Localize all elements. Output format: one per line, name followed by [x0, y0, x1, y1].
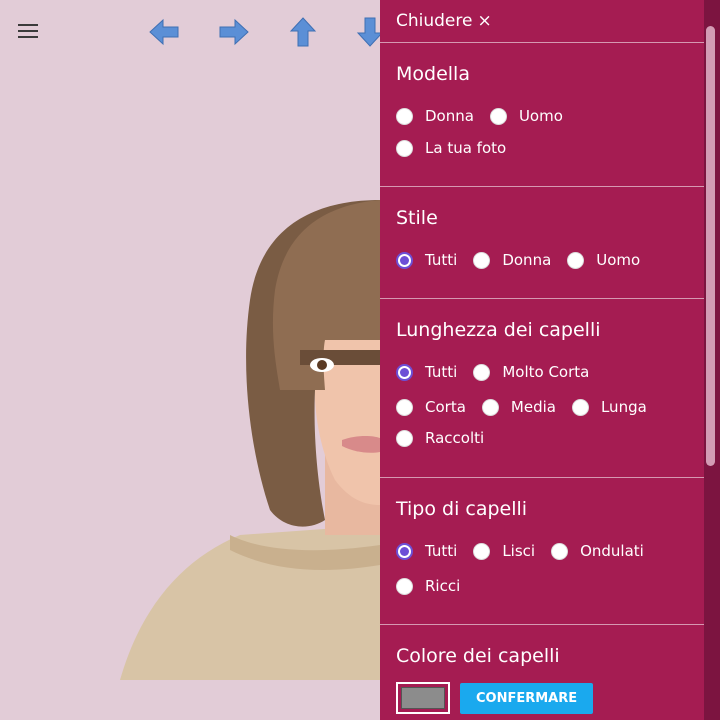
section-model: Modella Donna Uomo La tua foto [380, 43, 704, 187]
radio-model-uomo[interactable]: Uomo [489, 107, 563, 125]
option-label: Molto Corta [502, 363, 590, 381]
radio-button-selected[interactable] [396, 251, 413, 269]
arrow-left-icon[interactable] [148, 16, 180, 48]
radio-length-lunga[interactable]: Lunga [571, 398, 647, 416]
option-label: Donna [425, 107, 474, 125]
radio-length-raccolti[interactable]: Raccolti [396, 429, 484, 447]
option-label: Ondulati [580, 542, 644, 560]
option-label: Media [510, 398, 556, 416]
option-label: Lunga [600, 398, 647, 416]
radio-button-selected[interactable] [396, 542, 413, 560]
hamburger-menu-icon[interactable] [18, 24, 38, 40]
option-label: Lisci [502, 542, 536, 560]
section-title-style: Stile [396, 207, 438, 229]
radio-button[interactable] [473, 251, 491, 269]
radio-type-tutti[interactable]: Tutti [396, 542, 457, 560]
confirm-button[interactable]: CONFERMARE [460, 682, 594, 714]
option-label: Uomo [596, 251, 641, 269]
section-title-hair-type: Tipo di capelli [396, 498, 528, 520]
radio-type-ricci[interactable]: Ricci [396, 577, 460, 595]
radio-button-selected[interactable] [396, 363, 413, 381]
radio-button[interactable] [396, 107, 413, 125]
radio-button[interactable] [567, 251, 585, 269]
radio-length-molto-corta[interactable]: Molto Corta [473, 363, 589, 381]
radio-button[interactable] [489, 107, 507, 125]
radio-type-lisci[interactable]: Lisci [473, 542, 535, 560]
hair-color-swatch-fill [401, 687, 445, 709]
radio-button[interactable] [396, 577, 413, 595]
radio-model-la-tua-foto[interactable]: La tua foto [396, 139, 506, 157]
radio-length-media[interactable]: Media [481, 398, 556, 416]
arrow-right-icon[interactable] [218, 16, 250, 48]
close-icon[interactable]: × [477, 11, 491, 31]
hair-color-swatch[interactable] [396, 682, 450, 714]
section-title-hair-color: Colore dei capelli [396, 645, 560, 667]
section-hair-length: Lunghezza dei capelli Tutti Molto Corta … [380, 299, 704, 478]
radio-style-tutti[interactable]: Tutti [396, 251, 457, 269]
option-label: Donna [502, 251, 552, 269]
option-label: Ricci [425, 577, 461, 595]
radio-button[interactable] [396, 398, 413, 416]
radio-type-ondulati[interactable]: Ondulati [551, 542, 644, 560]
scrollbar-thumb[interactable] [706, 26, 715, 466]
radio-button[interactable] [396, 429, 413, 447]
radio-button[interactable] [473, 363, 491, 381]
radio-button[interactable] [551, 542, 569, 560]
radio-length-corta[interactable]: Corta [396, 398, 466, 416]
section-hair-color: Colore dei capelli CONFERMARE [380, 625, 704, 720]
filter-panel: Chiudere × Modella Donna Uomo La tua fot… [380, 0, 704, 720]
option-label: Corta [425, 398, 466, 416]
radio-length-tutti[interactable]: Tutti [396, 363, 457, 381]
radio-style-donna[interactable]: Donna [473, 251, 551, 269]
radio-button[interactable] [481, 398, 499, 416]
section-title-model: Modella [396, 63, 470, 85]
radio-button[interactable] [396, 139, 413, 157]
section-style: Stile Tutti Donna Uomo [380, 187, 704, 299]
section-title-hair-length: Lunghezza dei capelli [396, 319, 601, 341]
close-panel-button[interactable]: Chiudere × [380, 0, 704, 43]
section-hair-type: Tipo di capelli Tutti Lisci Ondulati Ric… [380, 478, 704, 625]
radio-button[interactable] [571, 398, 589, 416]
model-portrait [110, 190, 380, 680]
radio-model-donna[interactable]: Donna [396, 107, 474, 125]
option-label: Uomo [518, 107, 563, 125]
option-label: Raccolti [425, 429, 485, 447]
option-label: Tutti [425, 542, 458, 560]
radio-style-uomo[interactable]: Uomo [567, 251, 640, 269]
option-label: La tua foto [425, 139, 507, 157]
close-label: Chiudere [396, 11, 473, 31]
radio-button[interactable] [473, 542, 491, 560]
option-label: Tutti [425, 251, 458, 269]
option-label: Tutti [425, 363, 458, 381]
arrow-up-icon[interactable] [287, 16, 319, 48]
